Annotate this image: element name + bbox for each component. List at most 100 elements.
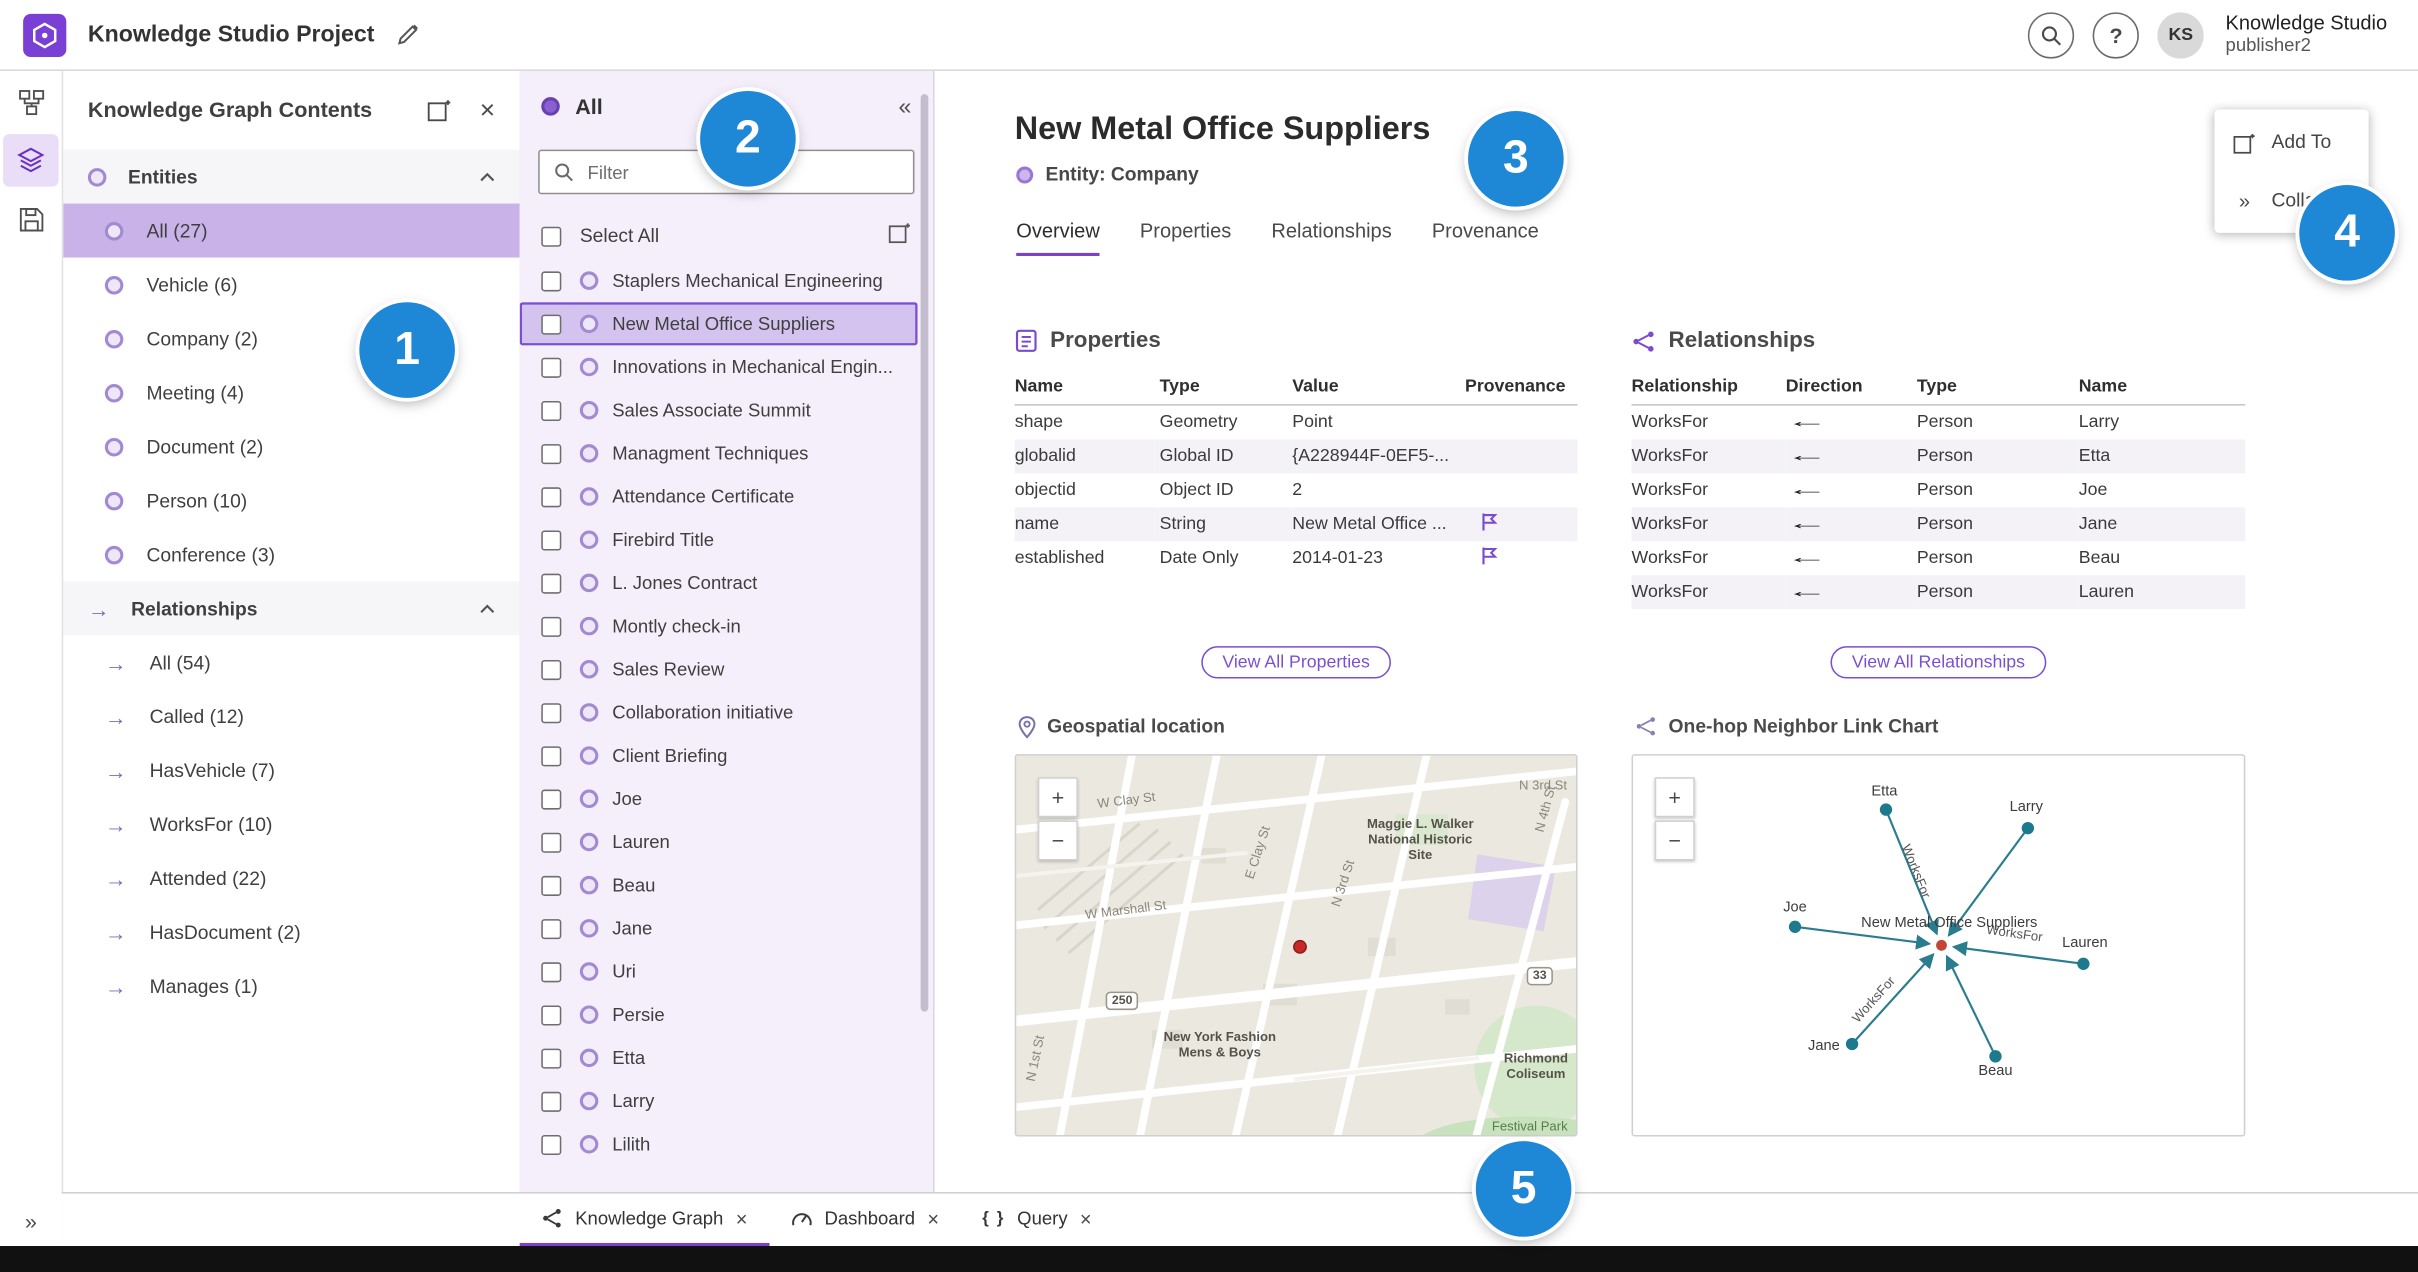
entity-type-item[interactable]: Document (2) [62, 419, 520, 473]
graph-list-item[interactable]: Jane [520, 907, 918, 950]
graph-list-item[interactable]: Persie [520, 993, 918, 1036]
select-all-row[interactable]: Select All [520, 213, 933, 259]
tab-overview[interactable]: Overview [1016, 219, 1100, 256]
item-checkbox[interactable] [541, 313, 562, 334]
relationship-target-link[interactable]: Beau [2079, 541, 2246, 575]
graph-list-item[interactable]: L. Jones Contract [520, 561, 918, 604]
add-to-menu-item[interactable]: Add To [2214, 113, 2368, 172]
expand-rail-icon[interactable]: » [0, 1209, 62, 1234]
avatar[interactable]: KS [2157, 11, 2204, 58]
close-panel-icon[interactable]: × [480, 96, 495, 122]
zoom-out-button[interactable]: − [1037, 820, 1078, 861]
graph-list-item[interactable]: Sales Review [520, 648, 918, 691]
entity-type-item[interactable]: All (27) [61, 203, 520, 258]
provenance-icon[interactable] [1480, 512, 1498, 532]
relationship-type-item[interactable]: → Attended (22) [62, 851, 520, 905]
tab-relationships[interactable]: Relationships [1271, 219, 1391, 256]
graph-list-item[interactable]: Collaboration initiative [520, 691, 918, 734]
item-checkbox[interactable] [541, 702, 562, 723]
item-checkbox[interactable] [541, 356, 562, 378]
edit-title-icon[interactable] [396, 23, 419, 46]
search-icon[interactable] [2028, 11, 2075, 58]
relationship-name-link[interactable]: WorksFor [1632, 507, 1786, 541]
graph-list-item[interactable]: Lauren [520, 820, 918, 863]
relationship-type-item[interactable]: → HasVehicle (7) [62, 743, 520, 797]
view-all-properties-button[interactable]: View All Properties [1200, 646, 1392, 679]
graph-list-item[interactable]: Innovations in Mechanical Engin... [520, 345, 918, 388]
relationship-name-link[interactable]: WorksFor [1632, 439, 1786, 473]
graph-list-item[interactable]: Etta [520, 1036, 918, 1079]
item-checkbox[interactable] [541, 831, 562, 853]
link-chart[interactable]: Etta Larry Joe Lauren Jane Beau WorksFor WorksF… [1631, 754, 2246, 1137]
graph-list-item[interactable]: New Metal Office Suppliers [519, 302, 918, 346]
bottom-tab-query[interactable]: { } Query × [961, 1194, 1114, 1246]
relationship-target-link[interactable]: Joe [2079, 473, 2246, 507]
graph-list-item[interactable]: Client Briefing [520, 734, 918, 777]
relationship-target-link[interactable]: Jane [2079, 507, 2246, 541]
save-icon[interactable] [3, 193, 59, 245]
item-checkbox[interactable] [541, 616, 562, 637]
graph-list-item[interactable]: Lilith [520, 1123, 918, 1166]
close-tab-icon[interactable]: × [1080, 1208, 1092, 1228]
close-tab-icon[interactable]: × [927, 1208, 939, 1228]
relationship-type-item[interactable]: → All (54) [62, 635, 520, 689]
graph-list-item[interactable]: Managment Techniques [520, 432, 918, 475]
close-tab-icon[interactable]: × [736, 1208, 748, 1228]
relationship-type-item[interactable]: → WorksFor (10) [62, 797, 520, 851]
provenance-icon[interactable] [1480, 546, 1498, 566]
item-checkbox[interactable] [541, 486, 562, 507]
add-selection-icon[interactable] [888, 221, 911, 252]
entity-type-item[interactable]: Conference (3) [62, 527, 520, 581]
relationship-type-item[interactable]: → Manages (1) [62, 959, 520, 1013]
item-checkbox[interactable] [541, 788, 562, 809]
graph-list-item[interactable]: Sales Associate Summit [520, 389, 918, 432]
relationships-section-header[interactable]: → Relationships [61, 581, 520, 636]
item-checkbox[interactable] [541, 270, 562, 291]
entities-section-header[interactable]: Entities [61, 149, 520, 204]
item-checkbox[interactable] [541, 443, 562, 464]
zoom-out-button[interactable]: − [1654, 820, 1695, 861]
link-chart-node[interactable] [1845, 1037, 1859, 1051]
relationship-name-link[interactable]: WorksFor [1632, 575, 1786, 609]
link-chart-node[interactable] [2021, 821, 2035, 835]
item-checkbox[interactable] [541, 659, 562, 680]
graph-list-item[interactable]: Montly check-in [520, 605, 918, 648]
add-panel-icon[interactable] [427, 97, 452, 122]
entity-type-item[interactable]: Person (10) [62, 473, 520, 527]
bottom-tab-dashboard[interactable]: Dashboard × [769, 1194, 961, 1246]
tab-provenance[interactable]: Provenance [1432, 219, 1539, 256]
tab-properties[interactable]: Properties [1140, 219, 1231, 256]
link-chart-center-node[interactable] [1936, 939, 1947, 951]
graph-list-item[interactable]: Joe [520, 777, 918, 820]
item-checkbox[interactable] [541, 1004, 562, 1025]
catalog-icon[interactable] [3, 76, 59, 128]
item-checkbox[interactable] [541, 745, 562, 766]
entity-type-item[interactable]: Vehicle (6) [62, 258, 520, 312]
link-chart-node[interactable] [2077, 957, 2090, 970]
item-checkbox[interactable] [541, 400, 562, 421]
entity-type-item[interactable]: Meeting (4) [62, 365, 520, 419]
relationship-name-link[interactable]: WorksFor [1632, 405, 1786, 440]
item-checkbox[interactable] [541, 918, 562, 939]
zoom-in-button[interactable]: + [1037, 777, 1078, 818]
graph-list-item[interactable]: Staplers Mechanical Engineering [520, 259, 918, 302]
relationship-name-link[interactable]: WorksFor [1632, 541, 1786, 575]
item-checkbox[interactable] [541, 1091, 562, 1112]
relationship-target-link[interactable]: Larry [2079, 405, 2246, 440]
item-checkbox[interactable] [541, 961, 562, 982]
relationship-target-link[interactable]: Lauren [2079, 575, 2246, 609]
graph-list-item[interactable]: Larry [520, 1079, 918, 1122]
item-checkbox[interactable] [541, 1047, 562, 1068]
select-all-checkbox[interactable] [541, 225, 562, 246]
help-icon[interactable]: ? [2092, 11, 2140, 58]
graph-list-item[interactable]: Firebird Title [520, 518, 918, 561]
app-logo-icon[interactable] [23, 13, 67, 57]
item-checkbox[interactable] [541, 529, 562, 550]
relationship-name-link[interactable]: WorksFor [1632, 473, 1786, 507]
zoom-in-button[interactable]: + [1654, 777, 1695, 818]
map[interactable]: W Clay St E Clay St N 3rd St N 4th St N 3rd … [1014, 754, 1578, 1137]
scrollbar[interactable] [920, 94, 929, 1012]
item-checkbox[interactable] [541, 1134, 562, 1155]
layers-icon[interactable] [3, 134, 59, 187]
bottom-tab-knowledge-graph[interactable]: Knowledge Graph × [519, 1194, 770, 1247]
